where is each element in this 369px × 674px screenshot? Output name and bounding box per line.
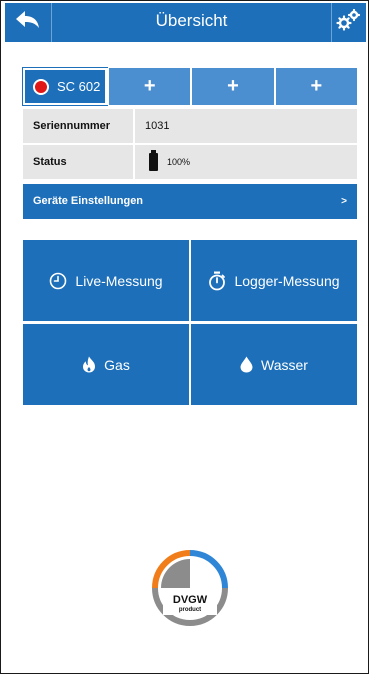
add-device-tab-2[interactable]: + <box>190 68 274 105</box>
live-measurement-button[interactable]: Live-Messung <box>23 240 189 321</box>
measurement-grid: Live-Messung Logger-Messung Gas Wasser <box>23 240 357 405</box>
battery-percent: 100% <box>167 157 191 167</box>
status-label: Status <box>33 156 67 168</box>
device-tabs: SC 602 + + + <box>22 67 357 106</box>
water-drop-icon <box>240 356 253 373</box>
chevron-right-icon: > <box>341 196 347 207</box>
back-button[interactable] <box>5 3 52 42</box>
serial-number-row: Seriennummer 1031 <box>23 109 357 145</box>
battery-status: 100% <box>145 145 190 179</box>
gas-label: Gas <box>104 356 130 373</box>
gas-button[interactable]: Gas <box>23 324 189 405</box>
water-button[interactable]: Wasser <box>191 324 357 405</box>
logger-measurement-label: Logger-Messung <box>234 272 340 289</box>
live-measurement-label: Live-Messung <box>75 272 163 289</box>
logger-measurement-button[interactable]: Logger-Messung <box>191 240 357 321</box>
status-row: Status 100% <box>23 145 357 181</box>
stopwatch-icon <box>208 271 226 291</box>
app-frame: Übersicht SC 602 + + + Seriennummer 1031… <box>0 0 369 674</box>
tab-device-sc602[interactable]: SC 602 <box>22 67 108 106</box>
serial-number-label: Seriennummer <box>33 120 111 132</box>
status-dot-icon <box>33 78 49 95</box>
logo-text-dvgw: DVGW <box>173 594 208 606</box>
clock-icon <box>49 272 67 290</box>
device-settings-button[interactable]: Geräte Einstellungen > <box>23 184 357 219</box>
row-divider <box>133 109 135 143</box>
battery-full-icon <box>149 150 158 171</box>
flame-icon <box>82 356 96 373</box>
row-divider <box>133 145 135 179</box>
back-arrow-icon <box>15 10 41 35</box>
serial-number-value: 1031 <box>145 120 170 132</box>
tab-label: SC 602 <box>57 79 101 94</box>
logo-text-product: product <box>179 607 201 613</box>
device-settings-label: Geräte Einstellungen <box>33 195 144 207</box>
dvgw-logo: DVGW product <box>149 547 231 629</box>
settings-button[interactable] <box>331 3 366 42</box>
top-bar: Übersicht <box>5 3 366 42</box>
water-label: Wasser <box>261 356 308 373</box>
page-title: Übersicht <box>155 11 228 30</box>
gears-icon <box>336 8 362 36</box>
add-device-tab-3[interactable]: + <box>273 68 357 105</box>
add-device-tab-1[interactable]: + <box>107 68 191 105</box>
